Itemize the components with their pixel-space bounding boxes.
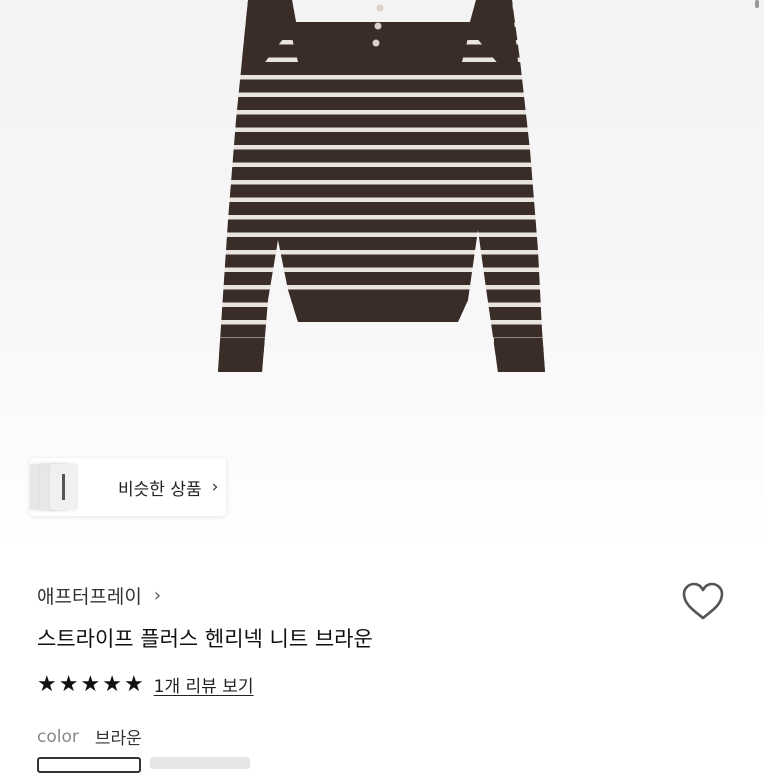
star-rating: ★ ★ ★ ★ ★ xyxy=(37,671,146,697)
scroll-indicator[interactable] xyxy=(755,0,759,8)
rating-row: ★ ★ ★ ★ ★ 1개 리뷰 보기 xyxy=(37,672,254,697)
color-swatch[interactable] xyxy=(150,757,250,769)
product-title: 스트라이프 플러스 헨리넥 니트 브라운 xyxy=(37,627,373,651)
similar-thumbnails xyxy=(30,458,76,516)
star-icon: ★ xyxy=(80,671,101,697)
brand-link[interactable]: 애프터프레이 › xyxy=(37,582,161,609)
chevron-right-icon: › xyxy=(211,477,219,497)
similar-products-label: 비슷한 상품 xyxy=(118,479,202,500)
option-key: color xyxy=(37,726,79,747)
star-icon: ★ xyxy=(102,671,122,697)
color-option: color 브라운 xyxy=(37,724,142,750)
product-image[interactable]: 비슷한 상품 › xyxy=(0,0,764,545)
option-value: 브라운 xyxy=(94,729,142,749)
similar-thumbnail xyxy=(50,464,76,510)
similar-products-button[interactable]: 비슷한 상품 › xyxy=(30,458,226,516)
chevron-right-icon: › xyxy=(153,585,162,606)
heart-outline-icon[interactable] xyxy=(680,580,726,622)
star-icon: ★ xyxy=(123,671,144,697)
review-link[interactable]: 1개 리뷰 보기 xyxy=(154,672,254,697)
star-icon: ★ xyxy=(58,671,79,697)
star-icon: ★ xyxy=(37,671,57,697)
brand-name: 애프터프레이 xyxy=(37,586,142,608)
color-swatch-selected[interactable] xyxy=(37,757,141,773)
